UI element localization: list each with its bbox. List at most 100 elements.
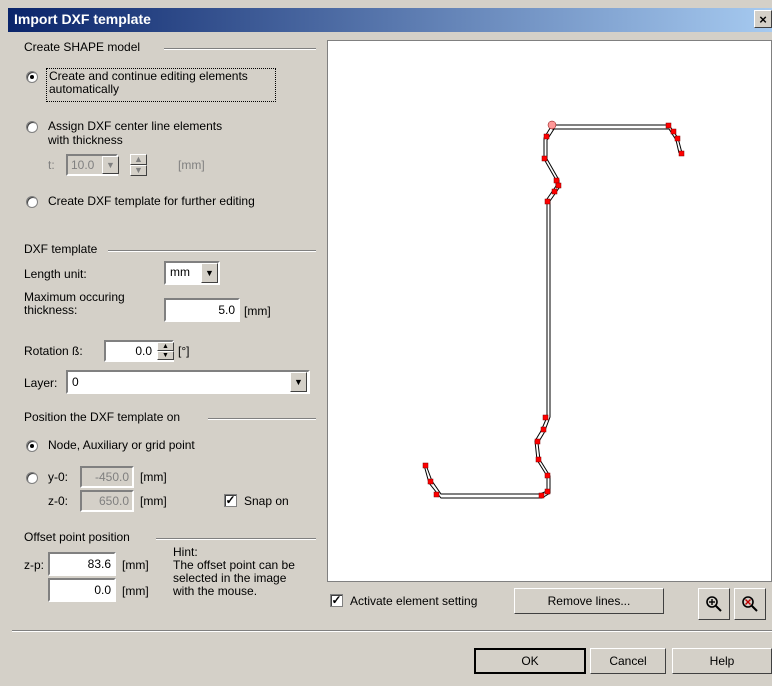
max-thickness-value: 5.0 <box>218 303 235 317</box>
t-spin-down-icon[interactable]: ▼ <box>130 165 147 176</box>
ok-label: OK <box>521 654 539 668</box>
node <box>422 462 429 469</box>
start-node <box>547 120 557 130</box>
zoom-reset-button[interactable] <box>734 588 766 620</box>
radio-coordinates[interactable] <box>26 472 38 484</box>
node-point-label[interactable]: Node, Auxiliary or grid point <box>48 438 195 452</box>
zp-label: z-p: <box>24 558 45 572</box>
profile-line-b <box>552 128 680 154</box>
node <box>544 472 551 479</box>
node <box>540 426 547 433</box>
zoom-in-button[interactable] <box>698 588 730 620</box>
t-dropdown-arrow-icon[interactable]: ▼ <box>102 156 119 174</box>
node <box>433 491 440 498</box>
node <box>542 414 549 421</box>
node <box>534 438 541 445</box>
node <box>544 198 551 205</box>
position-group-line <box>208 418 316 420</box>
opt1-line1: Create and continue editing elements <box>49 69 248 83</box>
node <box>674 135 681 142</box>
footer-separator <box>12 630 772 632</box>
radio-create-continue-label[interactable]: Create and continue editing elements aut… <box>46 68 276 102</box>
rotation-spin-down-icon[interactable]: ▼ <box>157 351 174 360</box>
node <box>678 150 685 157</box>
length-unit-dropdown-icon[interactable]: ▼ <box>201 263 218 283</box>
opt2-line1[interactable]: Assign DXF center line elements <box>48 119 222 133</box>
rotation-value: 0.0 <box>135 344 152 358</box>
node <box>541 155 548 162</box>
zp-input[interactable]: 83.6 <box>48 552 116 576</box>
dialog-title: Import DXF template <box>14 11 151 27</box>
dxf-template-group-label: DXF template <box>24 242 98 256</box>
offset-hint: Hint: The offset point can be selected i… <box>173 546 295 598</box>
max-thickness-input[interactable]: 5.0 <box>164 298 240 322</box>
max-thickness-unit: [mm] <box>244 304 271 318</box>
radio-create-template[interactable] <box>26 196 38 208</box>
node <box>535 456 542 463</box>
snap-on-checkbox[interactable]: ✓ <box>224 494 237 507</box>
remove-lines-button[interactable]: Remove lines... <box>514 588 664 614</box>
snap-on-label[interactable]: Snap on <box>244 494 289 508</box>
position-group-label: Position the DXF template on <box>24 410 181 424</box>
radio-node-point[interactable] <box>26 440 38 452</box>
zp-unit: [mm] <box>122 558 149 572</box>
node <box>538 492 545 499</box>
ok-button[interactable]: OK <box>474 648 586 674</box>
offset-group-label: Offset point position <box>24 530 130 544</box>
dxf-template-group-line <box>108 250 316 252</box>
node <box>427 478 434 485</box>
zoom-reset-icon <box>742 596 758 612</box>
help-button[interactable]: Help <box>672 648 772 674</box>
layer-value: 0 <box>72 375 79 389</box>
radio-assign-centerline[interactable] <box>26 121 38 133</box>
offset-group-line <box>156 538 316 540</box>
zp-value: 83.6 <box>87 557 111 571</box>
t-spin-up-icon[interactable]: ▲ <box>130 154 147 165</box>
offset-second-input[interactable]: 0.0 <box>48 578 116 602</box>
activate-element-label[interactable]: Activate element setting <box>350 594 477 608</box>
offset-second-value: 0.0 <box>94 583 111 597</box>
node <box>551 188 558 195</box>
node <box>670 128 677 135</box>
length-unit-value: mm <box>170 265 190 279</box>
y0-unit: [mm] <box>140 470 167 484</box>
layer-dropdown-icon[interactable]: ▼ <box>290 372 307 392</box>
create-shape-group-line <box>164 48 316 50</box>
import-dxf-dialog: Import DXF template × Create SHAPE model… <box>0 0 772 686</box>
y0-input[interactable]: -450.0 <box>80 466 134 488</box>
zoom-in-icon <box>706 596 722 612</box>
node <box>544 488 551 495</box>
close-button[interactable]: × <box>754 10 772 28</box>
t-unit: [mm] <box>178 158 205 172</box>
layer-select[interactable]: 0 <box>66 370 310 394</box>
create-shape-group-label: Create SHAPE model <box>24 40 141 54</box>
length-unit-label: Length unit: <box>24 267 87 281</box>
radio-create-continue[interactable] <box>26 71 38 83</box>
opt1-line2: automatically <box>49 82 120 96</box>
max-thickness-label-1: Maximum occuring <box>24 290 125 304</box>
rotation-label: Rotation ß: <box>24 344 83 358</box>
node <box>543 133 550 140</box>
z0-input[interactable]: 650.0 <box>80 490 134 512</box>
y0-label: y-0: <box>48 470 69 484</box>
y0-value: -450.0 <box>94 470 129 484</box>
opt3-label[interactable]: Create DXF template for further editing <box>48 194 255 208</box>
cancel-button[interactable]: Cancel <box>590 648 666 674</box>
layer-label: Layer: <box>24 376 58 390</box>
z0-unit: [mm] <box>140 494 167 508</box>
dxf-preview-drawing <box>422 120 685 499</box>
dxf-preview-canvas[interactable] <box>327 40 772 582</box>
node <box>555 182 562 189</box>
hint-line-4: with the mouse. <box>173 584 258 598</box>
t-value: 10.0 <box>71 158 95 172</box>
z0-label: z-0: <box>48 494 69 508</box>
rotation-spin-up-icon[interactable]: ▲ <box>157 342 174 351</box>
title-bar: Import DXF template × <box>8 8 772 32</box>
opt2-line2[interactable]: with thickness <box>48 133 123 147</box>
max-thickness-label-2: thickness: <box>24 303 78 317</box>
z0-value: 650.0 <box>98 494 129 508</box>
node <box>665 122 672 129</box>
t-label: t: <box>48 158 55 172</box>
rotation-unit: [°] <box>178 344 190 358</box>
activate-element-checkbox[interactable]: ✓ <box>330 594 343 607</box>
